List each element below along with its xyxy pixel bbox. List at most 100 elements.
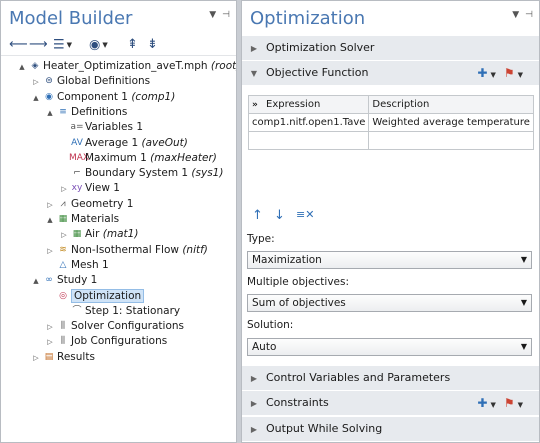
tree-node-label: Optimization	[71, 288, 145, 303]
tree-node[interactable]: ⌒ Step 1: Stationary	[59, 303, 180, 319]
section-control-variables[interactable]: ▶ Control Variables and Parameters	[242, 366, 539, 390]
tree-node-text: Maximum 1	[85, 151, 147, 164]
component-icon: ◉	[45, 91, 53, 102]
tree-node[interactable]: MAXMaximum 1 (maxHeater)	[59, 150, 217, 166]
expand-arrow-icon: ▶	[250, 425, 258, 434]
tree-node-tag: (aveOut)	[141, 136, 188, 149]
tree-node-text: Study 1	[57, 274, 98, 287]
tree-node-text: Geometry 1	[71, 197, 134, 210]
build-flag-icon[interactable]: ⚑	[504, 396, 515, 410]
tree-node-label: Average 1 (aveOut)	[85, 137, 188, 149]
section-output-while-solving[interactable]: ▶ Output While Solving	[242, 417, 539, 441]
tree-node[interactable]: ▲ ▦ Materials	[45, 211, 119, 227]
tree-node[interactable]: ▷ ▤ Results	[31, 349, 95, 365]
tree-node[interactable]: ⌐ Boundary System 1 (sys1)	[59, 165, 223, 181]
tree-node[interactable]: △ Mesh 1	[45, 257, 109, 273]
tree-node-text: Mesh 1	[71, 258, 109, 271]
section-objective-function[interactable]: ▼ Objective Function ✚ ▼ ⚑ ▼	[242, 61, 539, 85]
delete-rows-icon[interactable]: ≡✕	[296, 208, 314, 221]
expand-toggle-icon[interactable]: ▲	[45, 212, 55, 228]
build-flag-icon[interactable]: ⚑	[504, 66, 515, 80]
tree-options-icon[interactable]: ☰ ▼	[53, 37, 72, 53]
pin-icon[interactable]: ⊣	[222, 10, 230, 20]
expand-toggle-icon[interactable]: ▲	[17, 59, 27, 75]
tree-node-text: Average 1	[85, 136, 139, 149]
table-row[interactable]: comp1.nitf.open1.Tave Weighted average t…	[247, 113, 534, 132]
tree-node[interactable]: AV Average 1 (aveOut)	[59, 135, 188, 151]
tree-node[interactable]: ▷ ⫼ Solver Configurations	[45, 318, 184, 334]
expand-arrow-icon: ▶	[250, 399, 258, 408]
tree-node-text: Optimization	[74, 289, 142, 302]
type-select[interactable]: Maximization ▼	[247, 251, 532, 269]
study-icon: ∞	[45, 275, 53, 286]
tree-node-tag: (root)	[210, 60, 237, 72]
tree-node[interactable]: ▷ ≋ Non-Isothermal Flow (nitf)	[45, 242, 208, 258]
dropdown-arrow-icon: ▼	[520, 255, 527, 264]
section-optimization-solver[interactable]: ▶ Optimization Solver	[242, 36, 539, 60]
expression-cell[interactable]: comp1.nitf.open1.Tave	[247, 113, 370, 132]
tree-node[interactable]: ▷ ⫼ Job Configurations	[45, 333, 167, 349]
expand-toggle-icon[interactable]: ▲	[45, 105, 55, 121]
geometry-icon: ⩘	[60, 198, 66, 209]
tree-node[interactable]: ▷ ⊜ Global Definitions	[31, 73, 150, 89]
collapse-all-icon[interactable]: ⇞	[127, 37, 138, 53]
back-arrow-icon[interactable]: ⟵	[9, 37, 28, 53]
tree-node[interactable]: ▲ ◈ Heater_Optimization_aveT.mph (root)	[17, 58, 237, 75]
tree-node-text: Air	[85, 228, 100, 241]
table-row-empty[interactable]	[247, 131, 534, 150]
multiple-objectives-select[interactable]: Sum of objectives ▼	[247, 294, 532, 312]
tree-node-label: Maximum 1 (maxHeater)	[85, 152, 217, 164]
tree-node[interactable]: ◎ Optimization	[45, 288, 145, 304]
job-icon: ⫼	[60, 336, 66, 347]
tree-node-label: Solver Configurations	[71, 320, 184, 332]
move-down-icon[interactable]: ↓	[274, 208, 285, 223]
expand-toggle-icon[interactable]: ▷	[31, 350, 41, 366]
expand-toggle-icon[interactable]: ▲	[31, 273, 41, 289]
tree-node-text: Results	[57, 350, 95, 363]
description-cell[interactable]: Weighted average temperature	[368, 113, 534, 132]
expand-all-icon[interactable]: ⇟	[147, 37, 158, 53]
tree-node-label: Component 1 (comp1)	[57, 91, 175, 103]
physics-icon: ≋	[59, 244, 67, 255]
tree-node-text: Heater_Optimization_aveT.mph	[43, 60, 208, 72]
type-label: Type:	[247, 233, 275, 245]
tree-node-label: Definitions	[71, 106, 127, 118]
results-icon: ▤	[44, 351, 54, 362]
move-up-icon[interactable]: ↑	[252, 208, 263, 223]
tree-node[interactable]: ▲ ◉ Component 1 (comp1)	[31, 89, 175, 105]
tree-node[interactable]: ▷ xy View 1	[59, 180, 120, 196]
tree-node[interactable]: ▲ ≡ Definitions	[45, 104, 127, 120]
column-header-description[interactable]: Description	[368, 95, 534, 114]
dropdown-arrow-icon: ▼	[520, 342, 527, 351]
solution-select[interactable]: Auto ▼	[247, 338, 532, 356]
materials-icon: ▦	[58, 214, 68, 224]
forward-arrow-icon[interactable]: ⟶	[29, 37, 48, 53]
multiple-objectives-label: Multiple objectives:	[247, 276, 350, 288]
dropdown-arrow-icon: ▼	[520, 298, 527, 307]
settings-panel: Optimization ▼ ⊣ ▶ Optimization Solver ▼ O…	[241, 0, 540, 443]
tree-node-label: Study 1	[57, 274, 97, 286]
pin-icon[interactable]: ⊣	[525, 10, 533, 20]
material-icon: ▦	[72, 229, 82, 240]
collapse-arrow-icon: ▼	[250, 69, 258, 78]
panel-menu-icon[interactable]: ▼	[512, 10, 519, 20]
tree-node[interactable]: ▷ ▦ Air (mat1)	[59, 226, 138, 242]
model-builder-toolbar: ⟵ ⟶ ☰ ▼ ◉ ▼ ⇞ ⇟	[1, 34, 236, 56]
column-header-expression[interactable]: » Expression	[247, 95, 370, 114]
stationary-step-icon: ⌒	[72, 305, 82, 316]
tree-node-text: Job Configurations	[71, 335, 168, 348]
tree-node-text: Definitions	[71, 105, 128, 118]
solver-icon: ⫼	[60, 321, 66, 332]
expand-toggle-icon[interactable]: ▲	[31, 90, 41, 106]
tree-node[interactable]: a=Variables 1	[59, 119, 143, 135]
tree-node-tag: (sys1)	[191, 167, 224, 180]
tree-node[interactable]: ▲ ∞ Study 1	[31, 272, 97, 288]
show-options-icon[interactable]: ◉ ▼	[89, 37, 108, 53]
add-constraint-icon[interactable]: ✚	[477, 396, 487, 410]
add-objective-icon[interactable]: ✚	[477, 66, 487, 80]
tree-node-text: Materials	[71, 213, 120, 225]
tree-node-label: Mesh 1	[71, 259, 109, 271]
panel-menu-icon[interactable]: ▼	[209, 10, 216, 20]
tree-node[interactable]: ▷ ⩘ Geometry 1	[45, 196, 133, 212]
section-constraints[interactable]: ▶ Constraints ✚ ▼ ⚑ ▼	[242, 391, 539, 415]
